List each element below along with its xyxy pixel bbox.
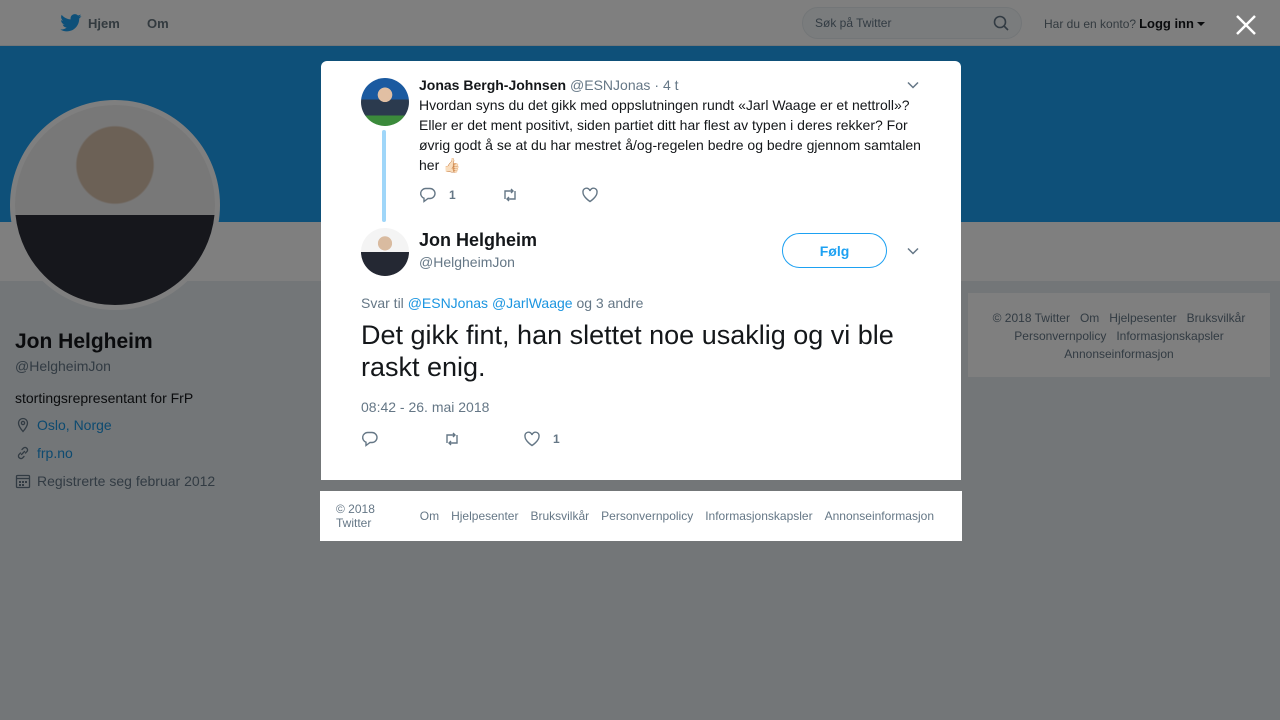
heart-icon xyxy=(524,431,540,447)
reply-button[interactable]: 1 xyxy=(419,186,456,204)
reply-icon xyxy=(362,431,378,447)
parent-tweet-time[interactable]: · 4 t xyxy=(654,77,678,93)
like-button[interactable] xyxy=(581,186,611,204)
chevron-down-icon[interactable] xyxy=(906,78,920,92)
modal-footer: © 2018 Twitter Om Hjelpesenter Bruksvilk… xyxy=(320,491,962,541)
footer-cookies[interactable]: Informasjonskapsler xyxy=(705,509,812,523)
main-tweet-timestamp[interactable]: 08:42 - 26. mai 2018 xyxy=(361,399,489,415)
chevron-down-icon[interactable] xyxy=(906,244,920,258)
footer-copyright: © 2018 Twitter xyxy=(336,502,375,530)
follow-button[interactable]: Følg xyxy=(782,233,887,268)
parent-tweet-avatar[interactable] xyxy=(361,78,409,126)
main-author-handle[interactable]: @HelgheimJon xyxy=(419,254,515,270)
like-count: 1 xyxy=(553,432,560,446)
footer-ads-info[interactable]: Annonseinformasjon xyxy=(825,509,934,523)
main-author-name[interactable]: Jon Helgheim xyxy=(419,230,537,251)
tweet-permalink-modal: Jonas Bergh-Johnsen @ESNJonas · 4 t Hvor… xyxy=(321,61,961,480)
retweet-button[interactable] xyxy=(443,430,473,448)
parent-tweet-header: Jonas Bergh-Johnsen @ESNJonas · 4 t xyxy=(419,77,679,93)
close-icon[interactable] xyxy=(1233,12,1259,38)
thread-connector xyxy=(382,130,386,222)
reply-others[interactable]: og 3 andre xyxy=(576,295,643,311)
main-tweet-text: Det gikk fint, han slettet noe usaklig o… xyxy=(361,320,894,382)
retweet-icon xyxy=(446,432,458,446)
parent-tweet-text: Hvordan syns du det gikk med oppslutning… xyxy=(419,97,921,173)
footer-help[interactable]: Hjelpesenter xyxy=(451,509,518,523)
mention-jarlwaage[interactable]: @JarlWaage xyxy=(492,295,573,311)
footer-privacy[interactable]: Personvernpolicy xyxy=(601,509,693,523)
footer-about[interactable]: Om xyxy=(420,509,439,523)
parent-author-name[interactable]: Jonas Bergh-Johnsen xyxy=(419,77,566,93)
reply-count: 1 xyxy=(449,188,456,202)
footer-terms[interactable]: Bruksvilkår xyxy=(530,509,589,523)
heart-icon xyxy=(582,187,598,203)
reply-button[interactable] xyxy=(361,430,391,448)
parent-author-handle[interactable]: @ESNJonas xyxy=(570,77,650,93)
retweet-button[interactable] xyxy=(501,186,531,204)
retweet-icon xyxy=(504,188,516,202)
reply-prefix: Svar til xyxy=(361,295,404,311)
reply-context: Svar til @ESNJonas @JarlWaage og 3 andre xyxy=(361,295,643,311)
reply-icon xyxy=(420,187,436,203)
like-button[interactable]: 1 xyxy=(523,430,560,448)
main-tweet-actions: 1 xyxy=(361,430,661,450)
mention-esnjonas[interactable]: @ESNJonas xyxy=(408,295,488,311)
main-tweet-avatar[interactable] xyxy=(361,228,409,276)
